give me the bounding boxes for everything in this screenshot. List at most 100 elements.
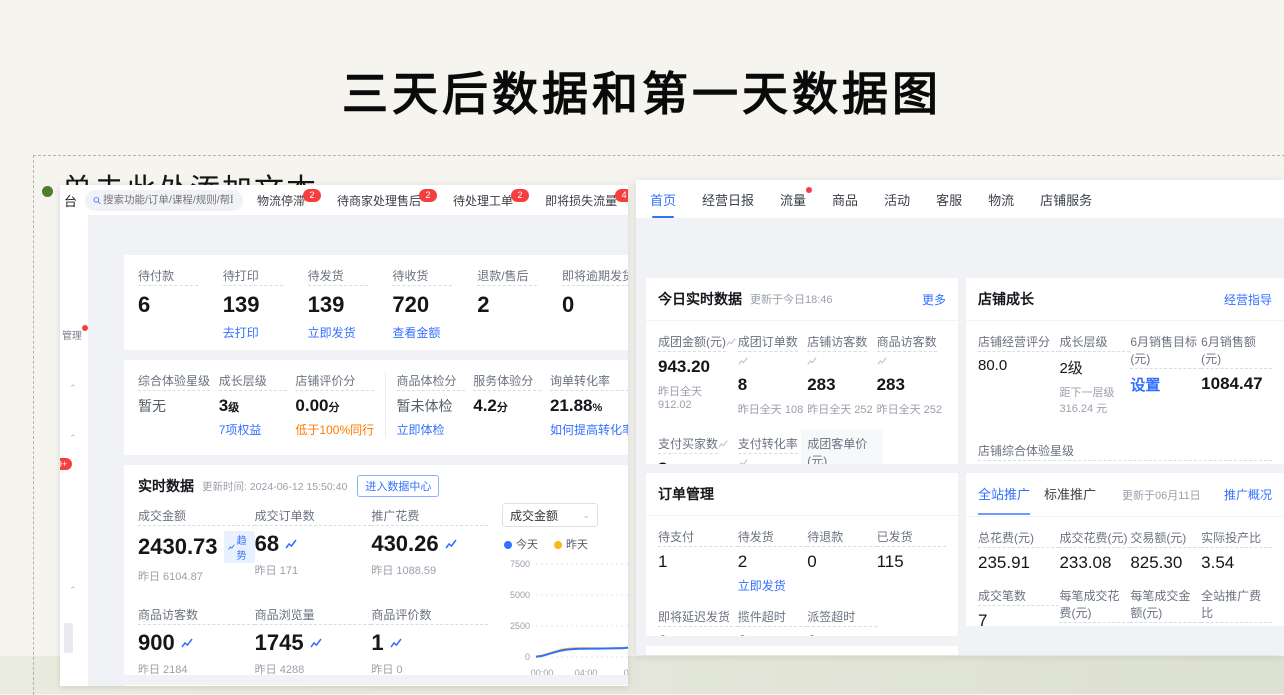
trend-icon bbox=[807, 356, 817, 366]
stat-prev: 昨日 4288 bbox=[255, 661, 372, 675]
order-shipped: 已发货 115 bbox=[877, 528, 946, 594]
shop-growth-card: 店铺成长 经营指导 店铺经营评分 80.0 成长层级 2级 距下一层级 316.… bbox=[966, 278, 1284, 464]
card-title: 实时数据 bbox=[138, 476, 194, 496]
nav-pending-ticket[interactable]: 待处理工单2 bbox=[453, 192, 531, 209]
stat-value: 0 bbox=[807, 552, 876, 572]
tab-sitewide-promo[interactable]: 全站推广 bbox=[978, 484, 1030, 505]
right-top-nav: 首页 经营日报 流量 商品 活动 客服 物流 店铺服务 bbox=[636, 180, 1284, 218]
legend-yesterday[interactable]: 昨天 bbox=[554, 536, 588, 552]
stat-label: 成团客单价(元) bbox=[807, 435, 876, 464]
stat-label: 支付转化率 bbox=[738, 435, 798, 454]
metric-shop-score: 店铺经营评分 80.0 bbox=[978, 333, 1059, 416]
stat-label: 成团金额(元) bbox=[658, 333, 726, 352]
metric-shop-visitors: 店铺访客数 283 昨日全天 252 bbox=[807, 333, 876, 417]
below-peers-link[interactable]: 低于100%同行 bbox=[295, 421, 374, 438]
stat-value: 139 bbox=[223, 292, 283, 318]
stat-value: 1084.47 bbox=[1201, 374, 1272, 394]
tab-standard-promo[interactable]: 标准推广 bbox=[1044, 484, 1096, 505]
rating-cell-inquiry-conversion: 询单转化率 21.88% 如何提高转化率 bbox=[550, 372, 628, 438]
trend-icon[interactable] bbox=[285, 538, 297, 550]
stat-value: 1 bbox=[371, 630, 383, 656]
stat-value: 943.20 bbox=[658, 357, 738, 377]
rights-link[interactable]: 7项权益 bbox=[219, 421, 287, 438]
metric-pageviews: 商品浏览量 1745 昨日 4288 bbox=[255, 606, 372, 675]
ship-now-link[interactable]: 立即发货 bbox=[308, 324, 368, 341]
more-link[interactable]: 更多 bbox=[922, 291, 946, 308]
nav-pending-aftersale[interactable]: 待商家处理售后2 bbox=[337, 192, 439, 209]
search-input-field[interactable] bbox=[101, 193, 235, 207]
svg-text:5000: 5000 bbox=[510, 590, 530, 600]
check-now-link[interactable]: 立即体检 bbox=[397, 421, 465, 438]
chart-legend: 今天 昨天 bbox=[504, 536, 628, 552]
business-guidance-link[interactable]: 经营指导 bbox=[1224, 291, 1272, 308]
stat-label: 即将延迟发货 bbox=[658, 608, 738, 627]
tab-logistics[interactable]: 物流 bbox=[988, 190, 1014, 209]
stat-label: 已发货 bbox=[877, 528, 946, 547]
sidebar-collapsed-tag[interactable] bbox=[64, 623, 73, 653]
order-delay-soon: 即将延迟发货 0 bbox=[658, 608, 738, 636]
sidebar-item-fragment[interactable]: 管理 bbox=[62, 327, 82, 342]
legend-today[interactable]: 今天 bbox=[504, 536, 538, 552]
trend-badge[interactable]: 趋势 bbox=[224, 531, 255, 563]
sidebar-count-badge: 9+ bbox=[60, 458, 72, 470]
left-dashboard-body: 待付款 6 待打印 139 去打印 待发货 139 立即发货 待收货 720 查… bbox=[88, 215, 628, 686]
todo-cell-pending-payment: 待付款 6 bbox=[138, 267, 198, 341]
search-input[interactable] bbox=[85, 190, 243, 211]
stat-value: 0 bbox=[807, 632, 876, 636]
ship-now-link[interactable]: 立即发货 bbox=[738, 577, 807, 594]
metric-gmv: 成交金额 2430.73 趋势 昨日 6104.87 bbox=[138, 507, 255, 584]
right-dashboard-window: 首页 经营日报 流量 商品 活动 客服 物流 店铺服务 今日实时数据 更新于今日… bbox=[636, 180, 1284, 655]
rating-cell-growth-level: 成长层级 3级 7项权益 bbox=[219, 372, 287, 438]
trend-icon[interactable] bbox=[390, 637, 402, 649]
stat-value: 720 bbox=[392, 292, 452, 318]
set-target-link[interactable]: 设置 bbox=[1130, 374, 1201, 395]
tab-activities[interactable]: 活动 bbox=[884, 190, 910, 209]
nav-label: 即将损失流量 bbox=[545, 194, 617, 208]
stat-label: 商品评价数 bbox=[371, 606, 488, 625]
trend-icon[interactable] bbox=[310, 637, 322, 649]
tab-daily-report[interactable]: 经营日报 bbox=[702, 190, 754, 209]
tab-home[interactable]: 首页 bbox=[650, 190, 676, 209]
stat-label: 待发货 bbox=[738, 528, 807, 547]
improve-conversion-link[interactable]: 如何提高转化率 bbox=[550, 421, 628, 438]
notification-dot bbox=[806, 187, 812, 193]
stat-value: 115 bbox=[877, 552, 946, 572]
nav-logistics-stalled[interactable]: 物流停滞2 bbox=[257, 192, 323, 209]
stat-value: 233.08 bbox=[1059, 553, 1130, 573]
stat-label: 总花费(元) bbox=[978, 529, 1059, 548]
order-to-ship: 待发货 2 立即发货 bbox=[738, 528, 807, 594]
view-amount-link[interactable]: 查看金额 bbox=[392, 324, 452, 341]
chevron-up-icon[interactable]: ⌃ bbox=[69, 433, 77, 444]
chart-metric-select[interactable]: 成交金额 ⌄ bbox=[502, 503, 598, 527]
metric-experience-star: 店铺综合体验星级 暂无星级 bbox=[978, 442, 1272, 464]
stat-label: 每笔成交金额(元) bbox=[1130, 587, 1201, 623]
legend-dot-yesterday bbox=[554, 541, 562, 549]
trend-icon[interactable] bbox=[181, 637, 193, 649]
updated-time: 更新于06月11日 bbox=[1122, 487, 1201, 503]
card-title: 今日实时数据 bbox=[658, 289, 742, 309]
stat-label: 商品访客数 bbox=[877, 333, 937, 352]
nav-losing-traffic[interactable]: 即将损失流量4 bbox=[545, 192, 628, 209]
promo-deal-count: 成交笔数 7 bbox=[978, 587, 1059, 626]
tab-traffic[interactable]: 流量 bbox=[780, 190, 806, 209]
stat-value: 80.0 bbox=[978, 357, 1059, 374]
tab-products[interactable]: 商品 bbox=[832, 190, 858, 209]
trend-icon[interactable] bbox=[445, 538, 457, 550]
stat-label: 成长层级 bbox=[219, 372, 287, 391]
nav-label: 物流停滞 bbox=[257, 194, 305, 208]
chevron-up-icon[interactable]: ⌃ bbox=[69, 585, 77, 596]
stat-label: 成交笔数 bbox=[978, 587, 1059, 606]
chevron-up-icon[interactable]: ⌃ bbox=[69, 383, 77, 394]
metric-orders: 成交订单数 68 昨日 171 bbox=[255, 507, 372, 584]
go-print-link[interactable]: 去打印 bbox=[223, 324, 283, 341]
stat-value: 139 bbox=[308, 292, 368, 318]
left-sidebar: 管理 ⌃ ⌃ 9+ ⌃ bbox=[60, 215, 89, 686]
promo-overview-link[interactable]: 推广概况 bbox=[1224, 486, 1272, 503]
stat-value: 暂未体检 bbox=[397, 396, 465, 416]
tab-customer-service[interactable]: 客服 bbox=[936, 190, 962, 209]
updated-time: 更新时间: 2024-06-12 15:50:40 bbox=[202, 479, 347, 494]
tab-shop-services[interactable]: 店铺服务 bbox=[1040, 190, 1092, 209]
stat-value: 68 bbox=[255, 531, 279, 557]
metric-avg-order-value: 成团客单价(元) 117.90 昨日全天 8.52 bbox=[801, 429, 882, 464]
data-center-button[interactable]: 进入数据中心 bbox=[357, 475, 439, 497]
